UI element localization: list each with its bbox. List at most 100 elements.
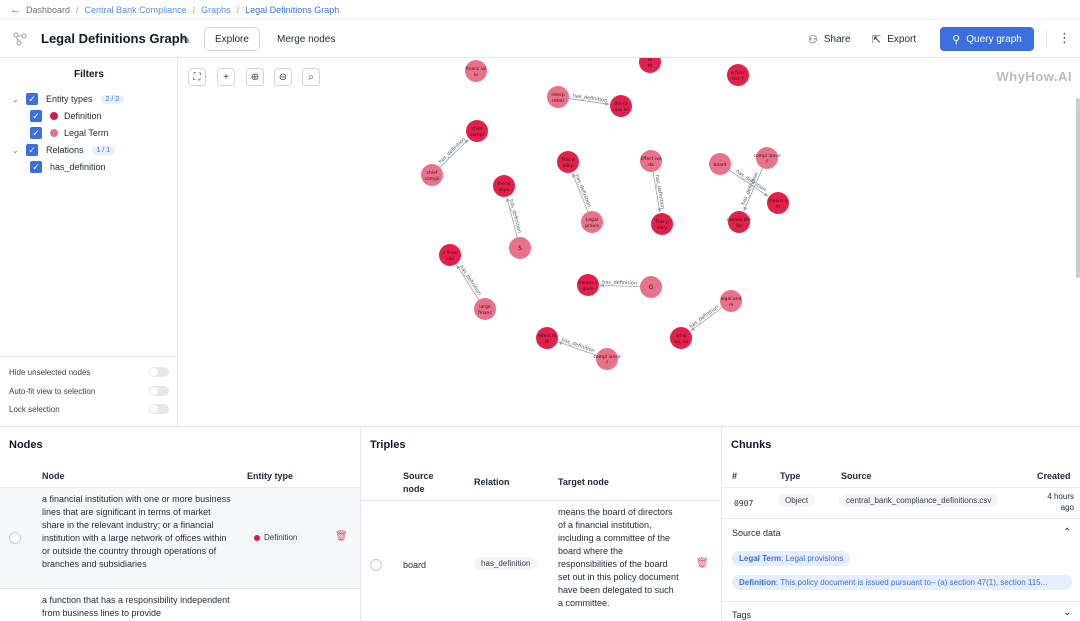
zoom-in-icon[interactable]: ⊕ [246,68,264,86]
graph-node[interactable]: interpretati [547,86,569,108]
graph-node[interactable]: This policy [557,151,579,173]
legal-term-checkbox[interactable]: ✓ [30,127,42,139]
graph-node-label: means s [579,281,599,286]
column-header-source-node[interactable]: Source node [403,470,453,496]
toggle-switch[interactable] [149,386,169,396]
toggle-hide-unselected[interactable]: Hide unselected nodes [9,367,169,377]
graph-node[interactable]: S [509,237,531,259]
chunks-title: Chunks [731,439,772,451]
definition-color-dot [254,534,260,541]
column-header-relation[interactable]: Relation [474,477,510,487]
chevron-up-icon[interactable]: ⌃ [1063,527,1071,538]
column-header-target-node[interactable]: Target node [558,477,609,487]
graph-node[interactable]: Legalprovis [581,211,603,233]
arrow-left-icon[interactable]: ← [10,4,21,16]
filter-entity-types[interactable]: ⌄ ✓ Entity types 2 / 2 [12,93,125,105]
graph-node[interactable]: chiefcompl [466,120,488,142]
pencil-icon[interactable]: ✎ [181,33,191,47]
graph-node-label: in [474,72,478,78]
graph-node-label: olicy [563,163,574,169]
graph-node[interactable]: This policy [651,213,673,235]
graph-node[interactable]: means sgove [577,274,599,296]
filter-item-has-definition[interactable]: ✓ has_definition [30,161,106,173]
search-icon[interactable]: ⌕ [302,68,320,86]
chunk-created: 4 hours ago [1047,492,1074,512]
tab-merge-nodes[interactable]: Merge nodes [266,27,346,51]
graph-node-label: tion t [732,76,744,82]
graph-node[interactable]: the (aress an [610,95,632,117]
column-header-node[interactable]: Node [42,471,65,481]
graph-node[interactable]: compl iancef [753,147,781,169]
toggle-switch[interactable] [149,404,169,414]
trash-icon[interactable]: 🗑 [335,531,348,542]
filter-item-definition[interactable]: ✓ Definition [30,110,102,122]
chevron-down-icon[interactable]: ⌄ [12,95,22,104]
graph-node-label: compl [470,132,484,138]
graph-icon [13,32,27,46]
column-header-entity-type[interactable]: Entity type [247,471,293,481]
breadcrumb-separator: / [236,4,240,15]
filter-item-legal-term[interactable]: ✓ Legal Term [30,127,108,139]
plus-icon[interactable]: + [217,68,235,86]
more-vertical-icon[interactable]: ⋮ [1058,30,1071,46]
breadcrumb-dashboard[interactable]: Dashboard [26,5,70,15]
zoom-out-icon[interactable]: ⊖ [274,68,292,86]
export-button[interactable]: ⇱ Export [872,27,916,51]
graph-node[interactable]: Effect iveda [640,150,662,172]
share-button[interactable]: ⚇ Share [808,27,851,51]
graph-node-label: chief [427,170,438,176]
row-radio[interactable] [370,559,382,571]
scrollbar[interactable] [1076,98,1080,278]
graph-node[interactable]: legal andre [720,290,742,312]
graph-node[interactable]: toth [639,58,661,73]
graph-node[interactable]: board [709,153,731,175]
toggle-switch[interactable] [149,367,169,377]
chunk-id[interactable]: 0907 [734,497,753,510]
chevron-down-icon[interactable]: ⌄ [12,146,22,155]
graph-edge-label: has_definition [572,93,607,104]
graph-node-label: financ [478,310,492,316]
column-header-source[interactable]: Source [841,471,872,481]
graph-node[interactable]: largefinanc [474,298,496,320]
tags-label[interactable]: Tags [732,610,751,620]
column-header-id[interactable]: # [732,471,737,481]
column-header-type[interactable]: Type [780,471,800,481]
graph-node[interactable]: means thebo [727,211,751,233]
trash-icon[interactable]: 🗑 [696,558,709,569]
relations-checkbox[interactable]: ✓ [26,144,38,156]
toggle-auto-fit[interactable]: Auto-fit view to selection [9,386,169,396]
graph-node[interactable]: compl iancef [593,348,621,370]
graph-node[interactable]: a function t [727,64,749,86]
nodes-title: Nodes [9,439,43,451]
graph-node[interactable]: financ ialin [465,60,487,82]
graph-node-label: means a [768,199,788,204]
query-graph-button[interactable]: ⚲ Query graph [940,27,1034,51]
graph-node[interactable]: means am [767,192,789,214]
row-radio[interactable] [9,532,21,544]
graph-node[interactable]: G [640,276,662,298]
breadcrumb-project[interactable]: Central Bank Compliance [85,5,187,15]
chevron-down-icon[interactable]: ⌄ [1063,607,1071,618]
graph-node[interactable]: the indepe [493,175,515,197]
graph-node[interactable]: a financial [439,244,461,266]
graph-node[interactable]: refers toth [536,327,558,349]
graph-svg[interactable]: has_definition has_definition has_definiti… [178,58,1080,426]
page-header: Legal Definitions Graph ✎ Explore Merge … [0,20,1080,58]
toggle-lock-selection[interactable]: Lock selection [9,404,169,414]
definition-checkbox[interactable]: ✓ [30,110,42,122]
filter-relations[interactable]: ⌄ ✓ Relations 1 / 1 [12,144,116,156]
has-definition-checkbox[interactable]: ✓ [30,161,42,173]
breadcrumb-graphs[interactable]: Graphs [201,5,231,15]
graph-canvas[interactable]: has_definition has_definition has_definiti… [178,58,1080,426]
column-header-created[interactable]: Created [1037,471,1071,481]
tab-explore[interactable]: Explore [204,27,260,51]
source-data-label[interactable]: Source data [732,528,781,538]
fullscreen-icon[interactable]: ⛶ [188,68,206,86]
graph-node[interactable]: chiefcompli [421,164,443,186]
entity-types-checkbox[interactable]: ✓ [26,93,38,105]
graph-node[interactable]: all laws, ru [670,327,692,349]
graph-node-label: compl iance [593,354,620,360]
graph-node-label: compl iance [753,153,780,159]
graph-node-label: m [776,205,780,210]
breadcrumb-current: Legal Definitions Graph [245,4,340,15]
